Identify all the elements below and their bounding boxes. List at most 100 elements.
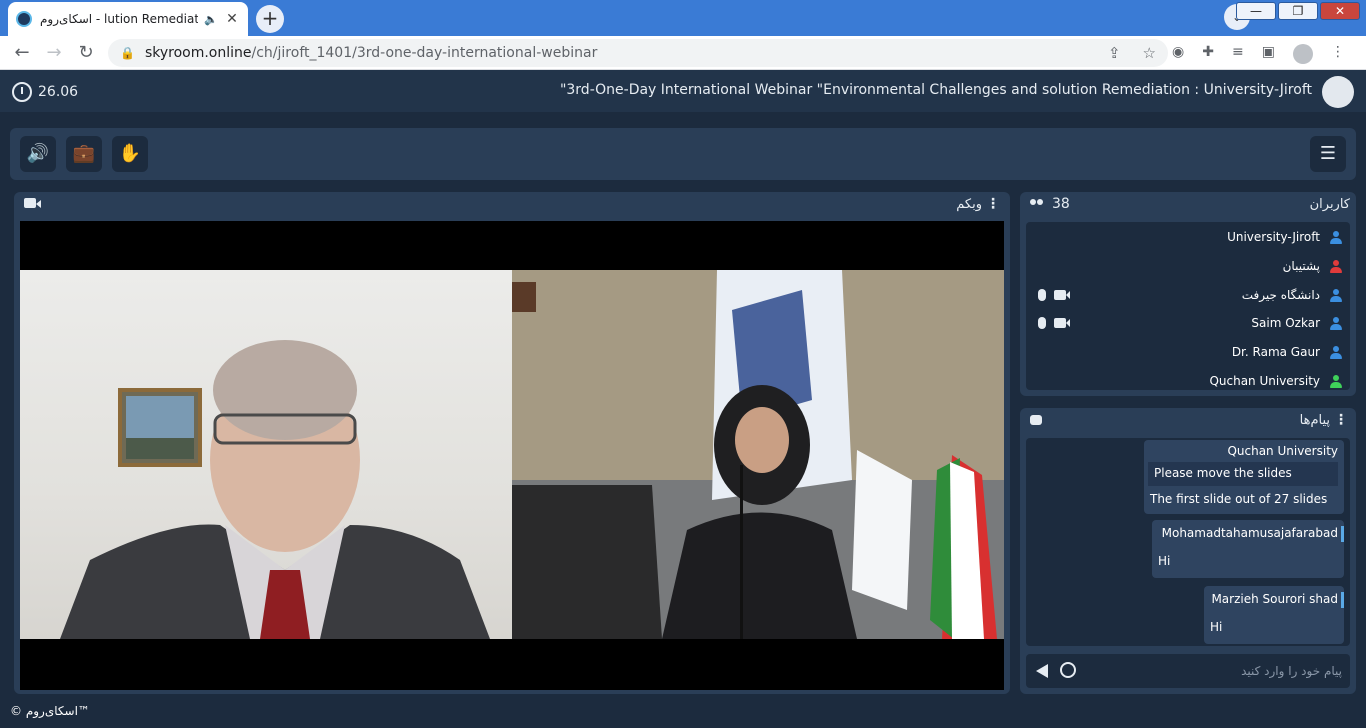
share-icon[interactable]: ⇪ <box>1108 44 1121 62</box>
user-row[interactable]: Quchan University <box>1026 372 1350 392</box>
close-window-button[interactable]: ✕ <box>1320 2 1360 20</box>
url-path: /ch/jiroft_1401/3rd-one-day-internationa… <box>251 45 598 61</box>
user-icon <box>1330 231 1342 245</box>
user-icon <box>1330 317 1342 331</box>
reload-icon[interactable]: ↻ <box>74 41 98 65</box>
briefcase-button[interactable]: 💼 <box>66 136 102 172</box>
send-icon[interactable] <box>1036 664 1048 678</box>
message-sender: Quchan University <box>1227 444 1338 458</box>
chat-title: پیام‌ها <box>1299 413 1330 428</box>
video-camera-icon <box>1054 290 1070 300</box>
puzzle-extensions-icon[interactable]: ✚ <box>1202 44 1214 64</box>
tab-audio-icon[interactable]: 🔈 <box>204 13 218 26</box>
message-sender: Mohamadtahamusajafarabad <box>1161 526 1338 540</box>
lock-icon[interactable]: 🔒 <box>120 46 135 60</box>
user-name: University-Jiroft <box>1227 230 1320 244</box>
user-name: دانشگاه جیرفت <box>1241 288 1320 302</box>
user-row[interactable]: پشتیبان <box>1026 257 1350 277</box>
webcam-header: وبکم ⋮ <box>14 192 1010 218</box>
room-header: 26.06 "3rd-One-Day International Webinar… <box>0 70 1366 112</box>
user-media-status <box>1038 289 1070 301</box>
emoji-icon[interactable] <box>1060 662 1076 678</box>
video-feed-left <box>20 270 512 639</box>
room-title: "3rd-One-Day International Webinar "Envi… <box>559 82 1312 98</box>
chat-messages[interactable]: Quchan University Please move the slides… <box>1026 438 1350 646</box>
url-host: skyroom.online <box>144 45 252 61</box>
users-group-icon <box>1030 199 1044 209</box>
user-avatar[interactable] <box>1322 76 1354 108</box>
video-camera-icon <box>24 198 41 208</box>
user-row[interactable]: University-Jiroft <box>1026 228 1350 248</box>
chat-menu-icon[interactable]: ⋮ <box>1334 412 1348 428</box>
chat-message: Quchan University Please move the slides… <box>1144 440 1344 514</box>
tab-title: اسکای‌روم - lution Remediation <box>40 12 199 26</box>
side-panel-icon[interactable]: ▣ <box>1262 44 1275 64</box>
user-icon <box>1330 375 1342 389</box>
browser-tab-bar: اسکای‌روم - lution Remediation 🔈 ✕ + ⌄ —… <box>0 0 1366 36</box>
host-video-image <box>512 270 1004 639</box>
bookmark-star-icon[interactable]: ☆ <box>1143 44 1156 62</box>
message-accent-bar <box>1341 526 1344 542</box>
message-text: Hi <box>1158 554 1171 568</box>
minimize-button[interactable]: — <box>1236 2 1276 20</box>
video-camera-icon <box>1054 318 1070 328</box>
footer-brand: © اسکای‌روم™ <box>10 704 90 718</box>
user-name: Dr. Rama Gaur <box>1231 345 1320 359</box>
user-row[interactable]: دانشگاه جیرفت <box>1026 286 1350 306</box>
browser-toolbar: ← → ↻ 🔒 skyroom.online/ch/jiroft_1401/3r… <box>0 36 1366 70</box>
extensions-bar: ◉ ✚ ≡ ▣ ⋮ <box>1172 44 1345 64</box>
user-name: Quchan University <box>1209 374 1320 388</box>
chat-message: Marzieh Sourori shad Hi <box>1204 586 1344 644</box>
users-count-badge: 38 <box>1030 196 1070 212</box>
microphone-icon <box>1038 289 1046 301</box>
user-row[interactable]: Saim Ozkar <box>1026 314 1350 334</box>
message-text: Hi <box>1210 620 1223 634</box>
message-text: The first slide out of 27 slides <box>1150 492 1328 506</box>
users-header: 38 کاربران <box>1020 192 1356 218</box>
clock-icon <box>12 82 32 102</box>
webcam-title: وبکم <box>956 197 982 212</box>
user-icon <box>1330 346 1342 360</box>
back-arrow-icon[interactable]: ← <box>10 41 34 65</box>
user-name: Saim Ozkar <box>1251 316 1320 330</box>
video-feed-right <box>512 270 1004 639</box>
chat-message: Mohamadtahamusajafarabad Hi <box>1152 520 1344 578</box>
message-accent-bar <box>1341 592 1344 608</box>
raise-hand-button[interactable]: ✋ <box>112 136 148 172</box>
site-favicon-icon <box>16 11 32 27</box>
tab-close-icon[interactable]: ✕ <box>224 11 240 27</box>
media-control-icon[interactable]: ≡ <box>1232 44 1244 64</box>
users-panel: 38 کاربران University-Jiroft پشتیبان دانشگ… <box>1020 192 1356 396</box>
browser-tab[interactable]: اسکای‌روم - lution Remediation 🔈 ✕ <box>8 2 248 36</box>
speaker-button[interactable]: 🔊 <box>20 136 56 172</box>
user-name: پشتیبان <box>1282 259 1320 273</box>
chat-panel: پیام‌ها ⋮ Quchan University Please move … <box>1020 408 1356 694</box>
user-row[interactable]: Dr. Rama Gaur <box>1026 343 1350 363</box>
chat-input-bar <box>1026 654 1350 688</box>
webcam-menu-icon[interactable]: ⋮ <box>986 196 1000 212</box>
user-icon <box>1330 289 1342 303</box>
window-controls: — ❐ ✕ <box>1236 2 1360 20</box>
users-title: کاربران <box>1309 197 1350 212</box>
speaker-video-image <box>60 340 490 639</box>
video-area[interactable] <box>20 221 1004 690</box>
users-list[interactable]: University-Jiroft پشتیبان دانشگاه جیرفت Sai… <box>1026 222 1350 390</box>
session-time: 26.06 <box>38 84 79 100</box>
session-timer: 26.06 <box>12 82 78 102</box>
address-bar[interactable]: 🔒 skyroom.online/ch/jiroft_1401/3rd-one-… <box>108 39 1168 67</box>
webcam-panel: وبکم ⋮ <box>14 192 1010 694</box>
new-tab-button[interactable]: + <box>256 5 284 33</box>
menu-button[interactable]: ☰ <box>1310 136 1346 172</box>
chat-bubble-icon <box>1030 415 1042 425</box>
browser-menu-icon[interactable]: ⋮ <box>1331 44 1345 64</box>
microphone-icon <box>1038 317 1046 329</box>
message-quote: Please move the slides <box>1148 462 1338 486</box>
user-icon <box>1330 260 1342 274</box>
chat-input[interactable] <box>1086 660 1342 682</box>
extension-icon[interactable]: ◉ <box>1172 44 1184 64</box>
profile-avatar[interactable] <box>1292 44 1313 64</box>
message-sender: Marzieh Sourori shad <box>1211 592 1338 606</box>
forward-arrow-icon[interactable]: → <box>42 41 66 65</box>
control-bar: 🔊 💼 ✋ ☰ <box>10 128 1356 180</box>
maximize-button[interactable]: ❐ <box>1278 2 1318 20</box>
